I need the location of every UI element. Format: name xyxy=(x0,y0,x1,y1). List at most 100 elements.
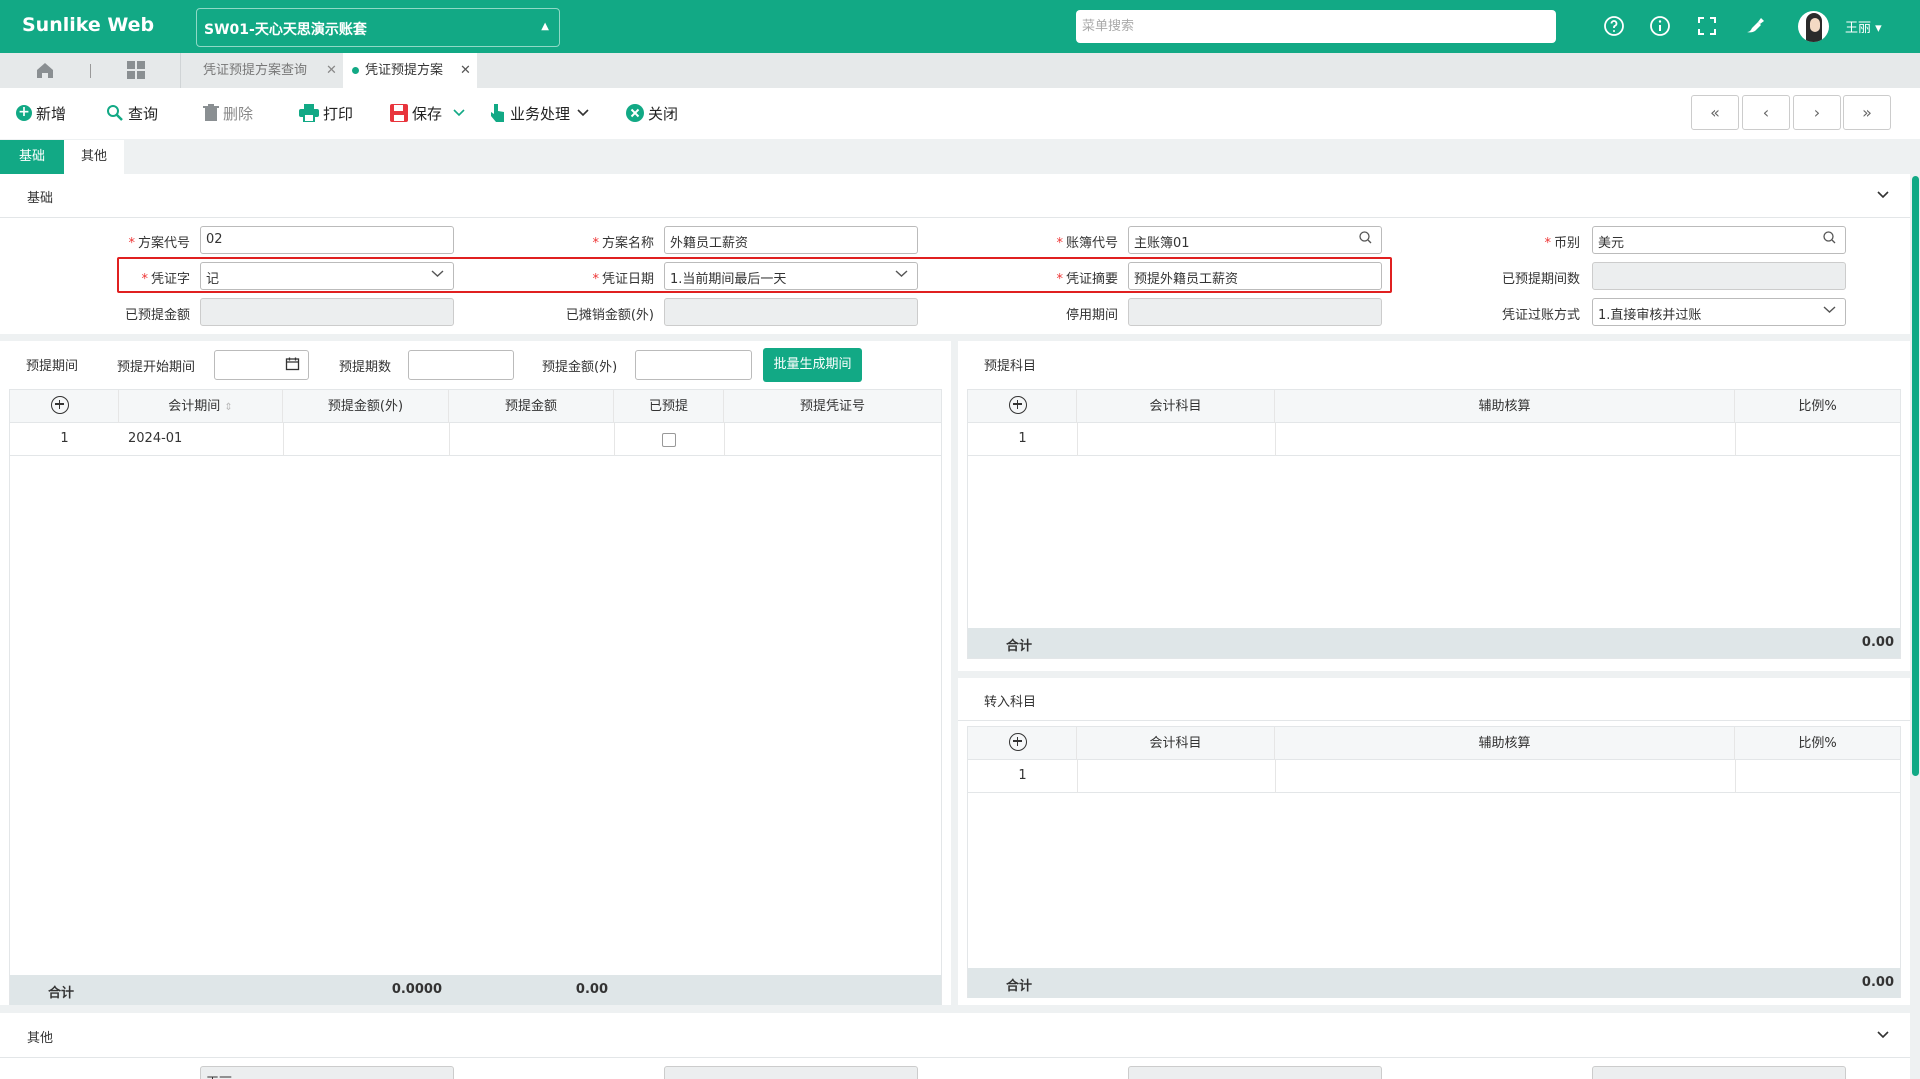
vertical-scrollbar[interactable] xyxy=(1911,139,1920,1079)
other-field-2 xyxy=(664,1066,918,1079)
save-label: 保存 xyxy=(412,104,443,123)
scheme-code-input[interactable]: 02 xyxy=(200,226,454,254)
delete-label: 删除 xyxy=(223,104,254,123)
tab-basic[interactable]: 基础 xyxy=(0,140,64,174)
col-accounting-period[interactable]: 会计期间 ⇕ xyxy=(119,390,283,423)
user-menu[interactable]: 王丽 ▾ xyxy=(1845,17,1882,36)
plus-icon: + xyxy=(16,105,32,121)
new-label: 新增 xyxy=(36,104,67,123)
form-section-tabs: 基础 其他 xyxy=(0,139,1910,174)
tab-label: 凭证预提方案查询 xyxy=(203,63,308,78)
brand-logo: Sunlike Web xyxy=(22,14,155,36)
total-value: 0.00 xyxy=(1861,975,1894,990)
row-number: 1 xyxy=(60,431,69,446)
divider xyxy=(90,64,91,78)
accrued-checkbox[interactable] xyxy=(662,433,676,447)
search-icon[interactable] xyxy=(1822,230,1837,245)
search-icon[interactable] xyxy=(1358,230,1373,245)
new-button[interactable]: + 新增 xyxy=(16,102,66,124)
close-button[interactable]: 关闭 xyxy=(626,102,678,124)
add-row-cell xyxy=(968,727,1077,760)
accrual-amount-input[interactable] xyxy=(635,350,752,380)
voucher-date-select[interactable]: 1.当前期间最后一天 xyxy=(664,262,918,290)
scheme-name-input[interactable]: 外籍员工薪资 xyxy=(664,226,918,254)
posting-method-value: 1.直接审核并过账 xyxy=(1598,308,1702,323)
add-row-icon[interactable] xyxy=(1009,733,1027,751)
start-period-input[interactable] xyxy=(214,350,309,380)
last-record-button[interactable]: » xyxy=(1843,95,1891,130)
currency-input[interactable]: 美元 xyxy=(1592,226,1846,254)
voucher-summary-input[interactable]: 预提外籍员工薪资 xyxy=(1128,262,1382,290)
first-record-button[interactable]: « xyxy=(1691,95,1739,130)
basic-section: 基础 * 方案代号 02 * 方案名称 外籍员工薪资 * 账簿代号 主账簿01 * 币别… xyxy=(0,174,1910,334)
voucher-summary-label: * 凭证摘要 xyxy=(1056,272,1118,287)
col-amount-foreign: 预提金额(外) xyxy=(283,390,449,423)
ledger-code-label: * 账簿代号 xyxy=(1056,236,1118,251)
panel-title: 预提期间 xyxy=(26,359,79,374)
ledger-code-input[interactable]: 主账簿01 xyxy=(1128,226,1382,254)
accrued-amount-label: 已预提金额 xyxy=(124,308,190,323)
amortized-amount-label: 已摊销金额(外) xyxy=(565,308,654,323)
top-bar: Sunlike Web SW01-天心天思演示账套 ▲ 王丽 ▾ xyxy=(0,0,1920,53)
total-row: 合计 0.00 xyxy=(968,968,1900,998)
other-field-4 xyxy=(1592,1066,1846,1079)
table-row[interactable]: 1 xyxy=(968,423,1900,456)
total-label: 合计 xyxy=(48,986,75,1001)
sort-icon[interactable]: ⇕ xyxy=(224,402,232,413)
home-icon[interactable] xyxy=(35,60,55,80)
delete-button[interactable]: 删除 xyxy=(203,102,253,124)
avatar[interactable] xyxy=(1798,11,1829,42)
tab-voucher-accrual-scheme[interactable]: 凭证预提方案 ✕ xyxy=(343,53,477,88)
accrued-periods-field xyxy=(1592,262,1846,290)
voucher-word-label: * 凭证字 xyxy=(141,272,190,287)
toolbar: + 新增 查询 删除 打印 保存 业务处理 关闭 xyxy=(0,88,1920,139)
other-section: 其他 王丽 xyxy=(0,1013,1910,1079)
theme-brush-icon[interactable] xyxy=(1743,14,1767,38)
total-label: 合计 xyxy=(1006,979,1033,994)
voucher-word-select[interactable]: 记 xyxy=(200,262,454,290)
table-row[interactable]: 1 2024-01 xyxy=(10,423,941,456)
menu-search-input[interactable] xyxy=(1076,10,1556,43)
query-button[interactable]: 查询 xyxy=(106,102,158,124)
close-icon[interactable]: ✕ xyxy=(326,53,337,88)
add-row-cell xyxy=(968,390,1077,423)
save-button[interactable]: 保存 xyxy=(390,102,468,124)
scrollbar-thumb[interactable] xyxy=(1912,176,1919,776)
close-icon[interactable]: ✕ xyxy=(460,53,471,88)
chevron-down-icon[interactable] xyxy=(1876,1030,1890,1040)
print-icon xyxy=(299,104,319,122)
chevron-down-icon[interactable] xyxy=(446,107,468,119)
account-selector[interactable]: SW01-天心天思演示账套 ▲ xyxy=(196,8,560,47)
scheme-name-label: * 方案名称 xyxy=(592,236,654,251)
chevron-down-icon[interactable] xyxy=(1876,190,1890,200)
posting-method-select[interactable]: 1.直接审核并过账 xyxy=(1592,298,1846,326)
table-row[interactable]: 1 xyxy=(968,760,1900,793)
period-count-input[interactable] xyxy=(408,350,514,380)
add-row-icon[interactable] xyxy=(51,396,69,414)
col-ratio: 比例% xyxy=(1798,399,1837,414)
currency-value: 美元 xyxy=(1598,236,1625,251)
start-period-label: 预提开始期间 xyxy=(117,360,196,375)
next-record-button[interactable]: › xyxy=(1793,95,1841,130)
batch-generate-button[interactable]: 批量生成期间 xyxy=(763,348,862,382)
prev-record-button[interactable]: ‹ xyxy=(1742,95,1790,130)
grid-apps-icon[interactable] xyxy=(127,61,145,79)
chevron-down-icon xyxy=(1823,306,1836,313)
scheme-code-label: * 方案代号 xyxy=(128,236,190,251)
ledger-code-value: 主账簿01 xyxy=(1134,236,1190,251)
business-process-button[interactable]: 业务处理 xyxy=(490,102,592,124)
tab-voucher-accrual-query[interactable]: 凭证预提方案查询 ✕ xyxy=(180,53,343,88)
tab-other[interactable]: 其他 xyxy=(64,140,124,174)
calendar-icon[interactable] xyxy=(285,356,300,371)
section-title: 基础 xyxy=(27,191,54,206)
search-icon xyxy=(107,105,123,121)
add-row-icon[interactable] xyxy=(1009,396,1027,414)
info-icon[interactable] xyxy=(1648,14,1672,38)
fullscreen-icon[interactable] xyxy=(1695,14,1719,38)
print-button[interactable]: 打印 xyxy=(299,102,353,124)
help-icon[interactable] xyxy=(1602,14,1626,38)
panel-title: 预提科目 xyxy=(984,359,1037,374)
section-title: 其他 xyxy=(27,1031,54,1046)
hand-pointer-icon xyxy=(491,104,504,122)
total-value: 0.00 xyxy=(1861,635,1894,650)
